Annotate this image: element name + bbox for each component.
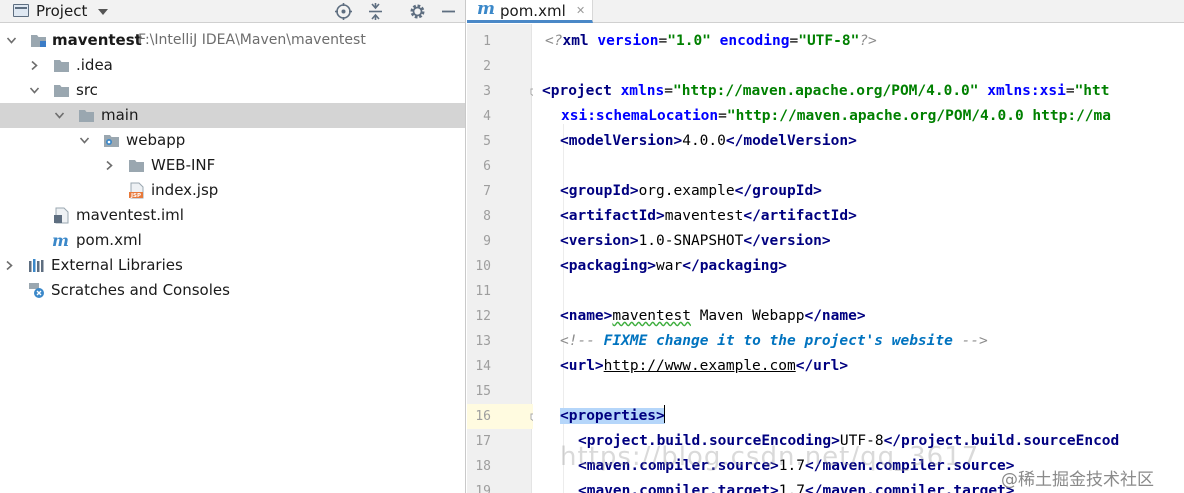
tab-label: pom.xml [500, 2, 566, 20]
tree-item-label: maventest [52, 31, 142, 49]
hide-minus-icon[interactable] [439, 2, 458, 21]
line-number: 7 [483, 184, 491, 199]
project-tool-window: Project maventest F:\IntelliJ IDEA\Maven… [0, 0, 466, 493]
line-number: 8 [483, 209, 491, 224]
chevron-down-icon[interactable] [79, 135, 90, 146]
module-path: F:\IntelliJ IDEA\Maven\maventest [138, 32, 366, 48]
code-line-14: <url>http://www.example.com</url> [560, 358, 849, 374]
code-line-8: <artifactId>maventest</artifactId> [560, 208, 857, 224]
code-line-4: xsi:schemaLocation="http://maven.apache.… [561, 108, 1111, 124]
chevron-right-icon[interactable] [4, 260, 15, 271]
tree-item-web-inf[interactable]: WEB-INF [0, 153, 465, 178]
code-line-3: <project xmlns="http://maven.apache.org/… [542, 83, 1110, 99]
line-number: 19 [475, 484, 491, 493]
line-number: 1 [483, 34, 491, 49]
code-line-13: <!-- FIXME change it to the project's we… [560, 333, 988, 349]
line-number: 3 [483, 84, 491, 99]
tree-item-external-libraries[interactable]: External Libraries [0, 253, 465, 278]
maven-file-icon: m [477, 0, 495, 19]
chevron-down-icon[interactable] [54, 110, 65, 121]
line-number: 10 [475, 259, 491, 274]
line-number: 6 [483, 159, 491, 174]
folder-icon [128, 157, 145, 174]
line-number: 5 [483, 134, 491, 149]
folder-icon [53, 57, 70, 74]
line-number: 13 [475, 334, 491, 349]
code-line-12: <name>maventest Maven Webapp</name> [560, 308, 866, 324]
folder-icon [53, 82, 70, 99]
code-line-19: <maven.compiler.target>1.7</maven.compil… [578, 483, 1015, 493]
project-pane-header: Project [0, 0, 465, 23]
tree-item-pom-xml[interactable]: m pom.xml [0, 228, 465, 253]
tree-item-label: pom.xml [76, 231, 142, 249]
chevron-down-icon[interactable] [29, 85, 40, 96]
code-line-10: <packaging>war</packaging> [560, 258, 787, 274]
code-line-7: <groupId>org.example</groupId> [560, 183, 822, 199]
scratches-icon [28, 282, 45, 299]
library-icon [28, 257, 45, 274]
chevron-down-icon[interactable] [6, 35, 17, 46]
line-number: 11 [475, 284, 491, 299]
tree-item-maventest-iml[interactable]: maventest.iml [0, 203, 465, 228]
tree-item-label: webapp [126, 131, 186, 149]
text-cursor [663, 405, 666, 423]
tree-item-label: src [76, 81, 98, 99]
maven-file-icon: m [51, 232, 73, 249]
watermark-site: @稀土掘金技术社区 [1001, 470, 1154, 490]
folder-icon [78, 107, 95, 124]
svg-text:JSP: JSP [130, 193, 141, 199]
locate-file-icon[interactable] [334, 2, 353, 21]
tree-item-index-jsp[interactable]: JSP index.jsp [0, 178, 465, 203]
module-folder-icon [30, 32, 47, 49]
collapse-all-icon[interactable] [366, 2, 385, 21]
line-number: 17 [475, 434, 491, 449]
svg-text:m: m [52, 232, 69, 249]
tree-item-maventest[interactable]: maventest F:\IntelliJ IDEA\Maven\mavente… [0, 28, 465, 53]
tree-item-scratches[interactable]: Scratches and Consoles [0, 278, 465, 303]
tree-item-webapp[interactable]: webapp [0, 128, 465, 153]
watermark-url: https://blog.csdn.net/qq_3617 [560, 442, 980, 472]
web-folder-icon [103, 132, 120, 149]
tree-item-main[interactable]: main [0, 103, 465, 128]
tree-item-idea[interactable]: .idea [0, 53, 465, 78]
jsp-file-icon: JSP [128, 182, 145, 199]
line-number: 14 [475, 359, 491, 374]
editor-tab-bar: m pom.xml ✕ [467, 0, 1184, 23]
tree-item-src[interactable]: src [0, 78, 465, 103]
tree-item-label: WEB-INF [151, 156, 216, 174]
line-number: 2 [483, 59, 491, 74]
gear-icon[interactable] [408, 2, 427, 21]
tree-item-label: maventest.iml [76, 206, 184, 224]
code-editor[interactable]: <?xml version="1.0" encoding="UTF-8"?> <… [533, 24, 1184, 493]
code-line-16: <properties> [560, 404, 666, 429]
tree-item-label: .idea [76, 56, 113, 74]
code-line-1: <?xml version="1.0" encoding="UTF-8"?> [545, 33, 877, 49]
chevron-down-icon[interactable] [98, 9, 108, 15]
code-line-5: <modelVersion>4.0.0</modelVersion> [560, 133, 857, 149]
chevron-right-icon[interactable] [29, 60, 40, 71]
tab-pom-xml[interactable]: m pom.xml ✕ [467, 0, 593, 23]
line-number: 16 [475, 409, 491, 424]
tree-item-label: index.jsp [151, 181, 219, 199]
line-number: 18 [475, 459, 491, 474]
tree-item-label: main [101, 106, 139, 124]
line-number: 12 [475, 309, 491, 324]
close-icon[interactable]: ✕ [576, 4, 585, 17]
project-view-selector[interactable]: Project [36, 2, 87, 20]
project-folder-icon [13, 4, 29, 17]
line-number: 4 [483, 109, 491, 124]
tree-item-label: External Libraries [51, 256, 183, 274]
tree-item-label: Scratches and Consoles [51, 281, 230, 299]
iml-file-icon [53, 207, 70, 224]
line-number: 15 [475, 384, 491, 399]
line-number: 9 [483, 234, 491, 249]
chevron-right-icon[interactable] [104, 160, 115, 171]
code-line-9: <version>1.0-SNAPSHOT</version> [560, 233, 831, 249]
